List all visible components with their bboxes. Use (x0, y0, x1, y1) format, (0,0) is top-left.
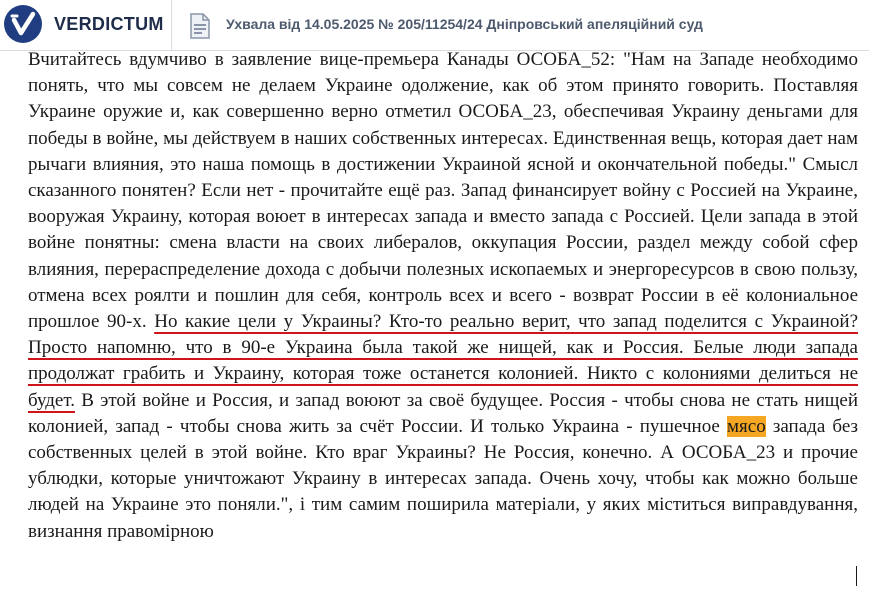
body-text-before: Вчитайтесь вдумчиво в заявление вице-пре… (28, 49, 858, 333)
text-cursor (856, 566, 857, 586)
document-title: Ухвала від 14.05.2025 № 205/11254/24 Дні… (226, 16, 703, 32)
check-logo-icon (10, 11, 36, 36)
body-paragraph: Вчитайтесь вдумчиво в заявление вице-пре… (28, 47, 858, 545)
brand-name[interactable]: VERDICTUM (54, 14, 164, 35)
document-icon (190, 13, 210, 39)
header-divider (171, 0, 172, 50)
document-body: Вчитайтесь вдумчиво в заявление вице-пре… (28, 47, 858, 545)
verdictum-logo[interactable] (4, 5, 42, 43)
search-highlight: мясо (727, 415, 766, 437)
top-bar: VERDICTUM Ухвала від 14.05.2025 № 205/11… (0, 0, 869, 51)
